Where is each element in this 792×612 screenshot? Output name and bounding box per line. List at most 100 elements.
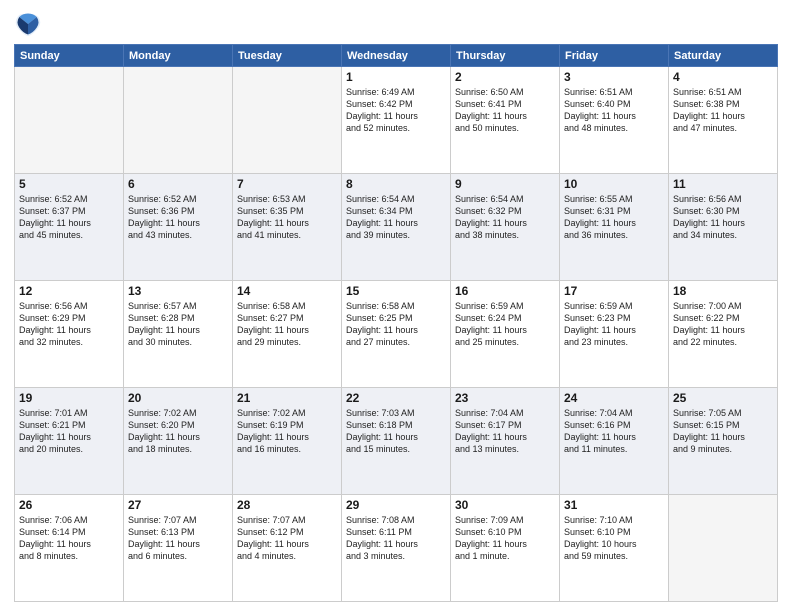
day-number: 21 bbox=[237, 391, 337, 405]
weekday-saturday: Saturday bbox=[669, 45, 778, 67]
calendar-cell: 8Sunrise: 6:54 AM Sunset: 6:34 PM Daylig… bbox=[342, 174, 451, 281]
day-number: 25 bbox=[673, 391, 773, 405]
cell-details: Sunrise: 6:54 AM Sunset: 6:32 PM Dayligh… bbox=[455, 193, 555, 242]
day-number: 31 bbox=[564, 498, 664, 512]
day-number: 14 bbox=[237, 284, 337, 298]
cell-details: Sunrise: 7:05 AM Sunset: 6:15 PM Dayligh… bbox=[673, 407, 773, 456]
cell-details: Sunrise: 6:58 AM Sunset: 6:27 PM Dayligh… bbox=[237, 300, 337, 349]
calendar-cell: 14 Sunrise: 6:58 AM Sunset: 6:27 PM Dayli… bbox=[233, 281, 342, 388]
day-number: 9 bbox=[455, 177, 555, 191]
calendar-cell: 10 Sunrise: 6:55 AM Sunset: 6:31 PM Dayli… bbox=[560, 174, 669, 281]
calendar-cell: 13 Sunrise: 6:57 AM Sunset: 6:28 PM Dayli… bbox=[124, 281, 233, 388]
day-number: 20 bbox=[128, 391, 228, 405]
cell-details: Sunrise: 7:01 AM Sunset: 6:21 PM Dayligh… bbox=[19, 407, 119, 456]
weekday-sunday: Sunday bbox=[15, 45, 124, 67]
cell-details: Sunrise: 7:04 AM Sunset: 6:16 PM Dayligh… bbox=[564, 407, 664, 456]
calendar-cell bbox=[669, 495, 778, 602]
week-row-4: 19 Sunrise: 7:01 AM Sunset: 6:21 PM Dayli… bbox=[15, 388, 778, 495]
weekday-tuesday: Tuesday bbox=[233, 45, 342, 67]
cell-details: Sunrise: 6:57 AM Sunset: 6:28 PM Dayligh… bbox=[128, 300, 228, 349]
cell-details: Sunrise: 7:10 AM Sunset: 6:10 PM Dayligh… bbox=[564, 514, 664, 563]
day-number: 7 bbox=[237, 177, 337, 191]
day-number: 19 bbox=[19, 391, 119, 405]
day-number: 22 bbox=[346, 391, 446, 405]
cell-details: Sunrise: 7:09 AM Sunset: 6:10 PM Dayligh… bbox=[455, 514, 555, 563]
cell-details: Sunrise: 7:03 AM Sunset: 6:18 PM Dayligh… bbox=[346, 407, 446, 456]
day-number: 11 bbox=[673, 177, 773, 191]
calendar-cell: 15 Sunrise: 6:58 AM Sunset: 6:25 PM Dayli… bbox=[342, 281, 451, 388]
cell-details: Sunrise: 6:56 AM Sunset: 6:30 PM Dayligh… bbox=[673, 193, 773, 242]
weekday-header-row: SundayMondayTuesdayWednesdayThursdayFrid… bbox=[15, 45, 778, 67]
weekday-friday: Friday bbox=[560, 45, 669, 67]
calendar-cell: 21 Sunrise: 7:02 AM Sunset: 6:19 PM Dayli… bbox=[233, 388, 342, 495]
day-number: 3 bbox=[564, 70, 664, 84]
calendar-cell: 26 Sunrise: 7:06 AM Sunset: 6:14 PM Dayli… bbox=[15, 495, 124, 602]
day-number: 4 bbox=[673, 70, 773, 84]
day-number: 23 bbox=[455, 391, 555, 405]
calendar-cell: 18 Sunrise: 7:00 AM Sunset: 6:22 PM Dayli… bbox=[669, 281, 778, 388]
cell-details: Sunrise: 6:53 AM Sunset: 6:35 PM Dayligh… bbox=[237, 193, 337, 242]
calendar-cell: 28 Sunrise: 7:07 AM Sunset: 6:12 PM Dayli… bbox=[233, 495, 342, 602]
cell-details: Sunrise: 6:56 AM Sunset: 6:29 PM Dayligh… bbox=[19, 300, 119, 349]
calendar-cell: 16Sunrise: 6:59 AM Sunset: 6:24 PM Dayli… bbox=[451, 281, 560, 388]
day-number: 28 bbox=[237, 498, 337, 512]
calendar-cell: 3Sunrise: 6:51 AM Sunset: 6:40 PM Daylig… bbox=[560, 67, 669, 174]
page: SundayMondayTuesdayWednesdayThursdayFrid… bbox=[0, 0, 792, 612]
calendar-cell: 9 Sunrise: 6:54 AM Sunset: 6:32 PM Daylig… bbox=[451, 174, 560, 281]
calendar-cell: 5Sunrise: 6:52 AM Sunset: 6:37 PM Daylig… bbox=[15, 174, 124, 281]
day-number: 27 bbox=[128, 498, 228, 512]
day-number: 15 bbox=[346, 284, 446, 298]
calendar-cell: 27 Sunrise: 7:07 AM Sunset: 6:13 PM Dayli… bbox=[124, 495, 233, 602]
day-number: 8 bbox=[346, 177, 446, 191]
calendar-cell: 6 Sunrise: 6:52 AM Sunset: 6:36 PM Daylig… bbox=[124, 174, 233, 281]
calendar-cell bbox=[15, 67, 124, 174]
day-number: 26 bbox=[19, 498, 119, 512]
week-row-1: 1Sunrise: 6:49 AM Sunset: 6:42 PM Daylig… bbox=[15, 67, 778, 174]
calendar-cell: 17 Sunrise: 6:59 AM Sunset: 6:23 PM Dayli… bbox=[560, 281, 669, 388]
cell-details: Sunrise: 6:52 AM Sunset: 6:36 PM Dayligh… bbox=[128, 193, 228, 242]
day-number: 30 bbox=[455, 498, 555, 512]
logo bbox=[14, 10, 46, 38]
day-number: 6 bbox=[128, 177, 228, 191]
day-number: 5 bbox=[19, 177, 119, 191]
cell-details: Sunrise: 7:07 AM Sunset: 6:12 PM Dayligh… bbox=[237, 514, 337, 563]
weekday-monday: Monday bbox=[124, 45, 233, 67]
day-number: 10 bbox=[564, 177, 664, 191]
cell-details: Sunrise: 7:08 AM Sunset: 6:11 PM Dayligh… bbox=[346, 514, 446, 563]
calendar-cell bbox=[233, 67, 342, 174]
cell-details: Sunrise: 6:50 AM Sunset: 6:41 PM Dayligh… bbox=[455, 86, 555, 135]
calendar-cell: 1Sunrise: 6:49 AM Sunset: 6:42 PM Daylig… bbox=[342, 67, 451, 174]
header bbox=[14, 10, 778, 38]
calendar-cell: 7 Sunrise: 6:53 AM Sunset: 6:35 PM Daylig… bbox=[233, 174, 342, 281]
cell-details: Sunrise: 6:59 AM Sunset: 6:23 PM Dayligh… bbox=[564, 300, 664, 349]
day-number: 18 bbox=[673, 284, 773, 298]
cell-details: Sunrise: 7:07 AM Sunset: 6:13 PM Dayligh… bbox=[128, 514, 228, 563]
calendar-cell bbox=[124, 67, 233, 174]
weekday-wednesday: Wednesday bbox=[342, 45, 451, 67]
day-number: 24 bbox=[564, 391, 664, 405]
cell-details: Sunrise: 7:00 AM Sunset: 6:22 PM Dayligh… bbox=[673, 300, 773, 349]
day-number: 12 bbox=[19, 284, 119, 298]
day-number: 13 bbox=[128, 284, 228, 298]
cell-details: Sunrise: 6:55 AM Sunset: 6:31 PM Dayligh… bbox=[564, 193, 664, 242]
day-number: 2 bbox=[455, 70, 555, 84]
calendar-cell: 11 Sunrise: 6:56 AM Sunset: 6:30 PM Dayli… bbox=[669, 174, 778, 281]
calendar-cell: 20 Sunrise: 7:02 AM Sunset: 6:20 PM Dayli… bbox=[124, 388, 233, 495]
calendar-cell: 30 Sunrise: 7:09 AM Sunset: 6:10 PM Dayli… bbox=[451, 495, 560, 602]
day-number: 1 bbox=[346, 70, 446, 84]
cell-details: Sunrise: 7:02 AM Sunset: 6:19 PM Dayligh… bbox=[237, 407, 337, 456]
week-row-3: 12 Sunrise: 6:56 AM Sunset: 6:29 PM Dayli… bbox=[15, 281, 778, 388]
calendar-cell: 12 Sunrise: 6:56 AM Sunset: 6:29 PM Dayli… bbox=[15, 281, 124, 388]
cell-details: Sunrise: 7:06 AM Sunset: 6:14 PM Dayligh… bbox=[19, 514, 119, 563]
cell-details: Sunrise: 6:58 AM Sunset: 6:25 PM Dayligh… bbox=[346, 300, 446, 349]
day-number: 17 bbox=[564, 284, 664, 298]
week-row-2: 5Sunrise: 6:52 AM Sunset: 6:37 PM Daylig… bbox=[15, 174, 778, 281]
day-number: 16 bbox=[455, 284, 555, 298]
calendar-cell: 19 Sunrise: 7:01 AM Sunset: 6:21 PM Dayli… bbox=[15, 388, 124, 495]
calendar-cell: 29 Sunrise: 7:08 AM Sunset: 6:11 PM Dayli… bbox=[342, 495, 451, 602]
calendar-cell: 24 Sunrise: 7:04 AM Sunset: 6:16 PM Dayli… bbox=[560, 388, 669, 495]
cell-details: Sunrise: 7:02 AM Sunset: 6:20 PM Dayligh… bbox=[128, 407, 228, 456]
calendar-cell: 25 Sunrise: 7:05 AM Sunset: 6:15 PM Dayli… bbox=[669, 388, 778, 495]
day-number: 29 bbox=[346, 498, 446, 512]
calendar-cell: 31 Sunrise: 7:10 AM Sunset: 6:10 PM Dayli… bbox=[560, 495, 669, 602]
